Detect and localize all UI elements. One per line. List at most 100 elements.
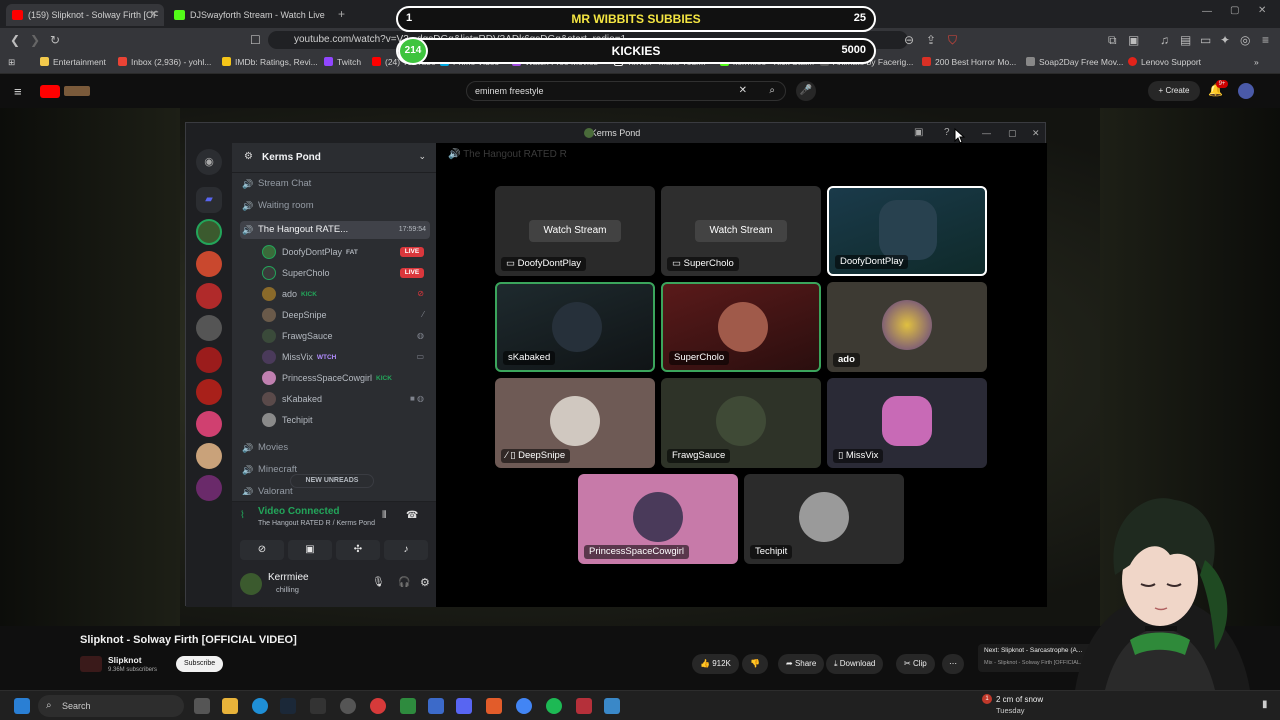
server-icon[interactable] <box>196 347 222 373</box>
channel-avatar[interactable] <box>80 656 102 672</box>
forward-icon[interactable]: ❯ <box>30 33 40 47</box>
screen-share-button[interactable]: ▣ <box>288 540 332 560</box>
voice-user[interactable]: DeepSnipe ⁄ <box>262 306 430 324</box>
clear-search-icon[interactable]: ✕ <box>739 82 747 100</box>
watch-stream-button[interactable]: Watch Stream <box>695 220 787 242</box>
server-header[interactable]: ⚙ Kerms Pond ⌄ <box>232 143 436 173</box>
apps-icon[interactable]: ⊞ <box>8 57 15 68</box>
hamburger-menu-icon[interactable]: ≡ <box>14 84 22 99</box>
close-icon[interactable]: ✕ <box>1032 123 1040 143</box>
close-tab-icon[interactable]: ✕ <box>150 4 158 26</box>
bookmark-item[interactable]: Inbox (2,936) - yohl... <box>118 57 211 67</box>
watch-stream-button[interactable]: Watch Stream <box>529 220 621 242</box>
more-bookmarks-icon[interactable]: » <box>1254 57 1259 67</box>
voice-user[interactable]: Techipit <box>262 411 430 429</box>
voice-user[interactable]: DoofyDontPlay FAT LIVE <box>262 243 430 261</box>
brave-shield-icon[interactable]: ⛉ <box>948 33 957 48</box>
xbox-icon[interactable] <box>400 698 416 714</box>
video-tile[interactable]: Techipit <box>744 474 904 564</box>
leo-icon[interactable]: ✦ <box>1220 33 1230 47</box>
vpn-icon[interactable]: ◎ <box>1240 33 1250 47</box>
more-actions-icon[interactable]: ⋯ <box>942 654 964 674</box>
bookmark-icon[interactable]: ☐ <box>250 33 261 47</box>
disconnect-icon[interactable]: ☎ <box>406 510 418 521</box>
youtube-logo-icon[interactable] <box>40 85 60 98</box>
back-icon[interactable]: ❮ <box>10 33 20 47</box>
weather-text[interactable]: 2 cm of snow <box>996 695 1043 704</box>
chrome-icon[interactable] <box>516 698 532 714</box>
search-icon[interactable]: ⌕ <box>769 82 775 100</box>
video-tile[interactable]: SuperCholo <box>661 282 821 372</box>
subscribe-button[interactable]: Subscribe <box>176 656 224 672</box>
bookmark-item[interactable]: Soap2Day Free Mov... <box>1026 57 1123 67</box>
bookmark-item[interactable]: Entertainment <box>40 57 106 67</box>
share-page-icon[interactable]: ⇪ <box>926 33 936 47</box>
voice-search-icon[interactable]: 🎤 <box>796 81 816 101</box>
video-tile[interactable]: sKabaked <box>495 282 655 372</box>
edge-icon[interactable] <box>252 698 268 714</box>
video-tile[interactable]: DoofyDontPlay <box>827 186 987 276</box>
minimize-icon[interactable]: — <box>982 123 991 143</box>
video-tile[interactable]: ▯ MissVix <box>827 378 987 468</box>
voice-user[interactable]: FrawgSauce ◍ <box>262 327 430 345</box>
extensions-icon[interactable]: ⧉ <box>1108 33 1117 48</box>
video-tile[interactable]: PrincessSpaceCowgirl <box>578 474 738 564</box>
new-tab-icon[interactable]: + <box>338 7 345 21</box>
app-icon[interactable] <box>428 698 444 714</box>
voice-user[interactable]: MissVix WTCH ▭ <box>262 348 430 366</box>
file-explorer-icon[interactable] <box>222 698 238 714</box>
inbox-icon[interactable]: ▣ <box>914 123 923 143</box>
taskbar-search[interactable]: ⌕ Search <box>38 695 184 717</box>
bookmark-item[interactable]: Twitch <box>324 57 361 67</box>
video-tile[interactable]: FrawgSauce <box>661 378 821 468</box>
server-icon[interactable] <box>196 475 222 501</box>
avatar[interactable] <box>240 573 262 595</box>
new-unreads-pill[interactable]: NEW UNREADS <box>290 474 374 488</box>
noise-suppression-icon[interactable]: ⦀ <box>382 510 386 521</box>
server-icon[interactable] <box>196 411 222 437</box>
tab-kick[interactable]: DJSwayforth Stream - Watch Live <box>168 4 326 26</box>
folder-icon[interactable]: ▰ <box>196 187 222 213</box>
headphones-icon[interactable]: 🎧 <box>398 577 410 588</box>
server-icon[interactable] <box>196 251 222 277</box>
help-icon[interactable]: ? <box>944 123 950 143</box>
spotify-icon[interactable] <box>546 698 562 714</box>
discord-home-icon[interactable]: ◉ <box>196 149 222 175</box>
clip-button[interactable]: ✂ Clip <box>896 654 935 674</box>
voice-user[interactable]: PrincessSpaceCowgirl KICK <box>262 369 430 387</box>
voice-user[interactable]: SuperCholo LIVE <box>262 264 430 282</box>
channel-waiting-room[interactable]: 🔊 Waiting room <box>240 197 430 215</box>
share-button[interactable]: ➦ Share <box>778 654 825 674</box>
stream-tile[interactable]: Watch Stream ▭ DoofyDontPlay <box>495 186 655 276</box>
create-button[interactable]: + Create <box>1148 81 1200 101</box>
channel-the-hangout[interactable]: 🔊 The Hangout RATE... 17:59:54 <box>240 221 430 239</box>
steam-icon[interactable] <box>280 698 296 714</box>
channel-movies[interactable]: 🔊 Movies <box>240 439 430 457</box>
server-icon[interactable] <box>196 443 222 469</box>
channel-stream-chat[interactable]: 🔊 Stream Chat <box>240 175 430 193</box>
bookmark-item[interactable]: IMDb: Ratings, Revi... <box>222 57 318 67</box>
stream-tile[interactable]: Watch Stream ▭ SuperCholo <box>661 186 821 276</box>
tab-youtube[interactable]: (159) Slipknot - Solway Firth [OF ✕ <box>6 4 164 26</box>
brave-icon[interactable] <box>486 698 502 714</box>
server-kerms-pond[interactable] <box>196 219 222 245</box>
avatar[interactable] <box>1238 83 1254 99</box>
media-icon[interactable]: ♫ <box>1160 33 1169 47</box>
reload-icon[interactable]: ↻ <box>50 33 60 47</box>
task-view-icon[interactable] <box>194 698 210 714</box>
voice-user[interactable]: sKabaked ■ ◍ <box>262 390 430 408</box>
camera-off-button[interactable]: ⊘ <box>240 540 284 560</box>
sidebar-icon[interactable]: ▣ <box>1128 33 1139 47</box>
epic-games-icon[interactable] <box>310 698 326 714</box>
zoom-icon[interactable]: ⊖ <box>904 33 914 47</box>
maximize-icon[interactable]: ▢ <box>1008 123 1017 143</box>
server-icon[interactable] <box>196 315 222 341</box>
activities-button[interactable]: ✣ <box>336 540 380 560</box>
app-icon[interactable] <box>370 698 386 714</box>
server-icon[interactable] <box>196 283 222 309</box>
video-tile[interactable]: ⁄ ▯ DeepSnipe <box>495 378 655 468</box>
notification-center-icon[interactable]: ▮ <box>1262 699 1268 710</box>
obs-icon[interactable] <box>340 698 356 714</box>
microphone-icon[interactable]: 🎙 <box>372 577 385 588</box>
app-icon[interactable] <box>604 698 620 714</box>
